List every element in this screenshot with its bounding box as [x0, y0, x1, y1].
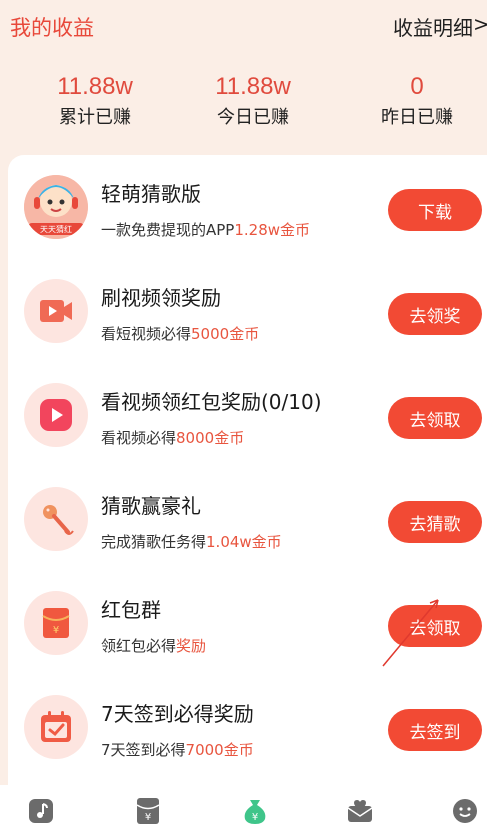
- task-title: 轻萌猜歌版: [101, 182, 201, 206]
- task-desc-text: 看视频必得: [101, 429, 177, 447]
- task-desc-text: 一款免费提现的APP: [101, 221, 235, 239]
- task-item-guess-song-app: 天天猜红 轻萌猜歌版 一款免费提现的APP1.28w金币 下载: [8, 155, 487, 259]
- task-title: 猜歌赢豪礼: [101, 494, 201, 518]
- calendar-check-icon: [24, 695, 88, 759]
- game-app-avatar-icon: 天天猜红: [24, 175, 88, 239]
- task-desc-text: 完成猜歌任务得: [101, 533, 207, 551]
- guess-song-button[interactable]: 去猜歌: [388, 501, 482, 543]
- microphone-icon: [24, 487, 88, 551]
- task-item-guess-song-prize: 猜歌赢豪礼 完成猜歌任务得1.04w金币 去猜歌: [8, 467, 487, 571]
- nav-bag-symbol: ¥: [252, 812, 258, 823]
- task-reward: 1.04w金币: [206, 533, 282, 551]
- income-detail-link[interactable]: 收益明细>: [393, 12, 487, 41]
- nav-messages[interactable]: [346, 797, 374, 825]
- music-note-icon: [29, 799, 53, 823]
- task-title: 7天签到必得奖励: [101, 702, 254, 726]
- task-item-watch-short-video: 刷视频领奖励 看短视频必得5000金币 去领奖: [8, 259, 487, 363]
- nav-envelope-symbol: ¥: [145, 812, 151, 823]
- check-in-button[interactable]: 去签到: [388, 709, 482, 751]
- task-list-card: 天天猜红 轻萌猜歌版 一款免费提现的APP1.28w金币 下载 刷视频领奖励 看…: [8, 155, 487, 795]
- avatar-caption: 天天猜红: [40, 224, 72, 234]
- task-title: 看视频领红包奖励(0/10): [101, 390, 322, 414]
- task-reward: 1.28w金币: [234, 221, 311, 239]
- smiley-face-icon: [453, 799, 477, 823]
- mail-heart-icon: [347, 800, 373, 822]
- chevron-right-icon: >: [473, 12, 487, 36]
- top-bar: 我的收益 收益明细>: [0, 0, 487, 56]
- task-item-7-day-checkin: 7天签到必得奖励 7天签到必得7000金币 去签到: [8, 675, 487, 779]
- stat-yesterday-value: 0: [410, 73, 424, 100]
- income-detail-label: 收益明细: [393, 16, 473, 40]
- claim-red-packet-button[interactable]: 去领取: [388, 605, 482, 647]
- task-title: 刷视频领奖励: [101, 286, 221, 310]
- money-bag-icon: ¥: [244, 800, 266, 824]
- task-reward: 5000金币: [191, 325, 260, 343]
- task-desc-text: 看短视频必得: [101, 325, 192, 343]
- nav-profile[interactable]: [451, 797, 479, 825]
- task-desc-text: 领红包必得: [101, 637, 177, 655]
- bottom-nav: ¥ ¥: [0, 785, 487, 835]
- stat-today-label: 今日已赚: [217, 107, 289, 128]
- task-reward: 奖励: [176, 637, 207, 655]
- red-envelope-icon: ¥: [136, 798, 160, 824]
- envelope-symbol: ¥: [53, 625, 59, 636]
- stat-total-value: 11.88w: [57, 73, 133, 100]
- earnings-stats: 11.88w 累计已赚 11.88w 今日已赚 0 昨日已赚: [0, 72, 487, 142]
- claim-button[interactable]: 去领取: [388, 397, 482, 439]
- video-play-icon: [24, 279, 88, 343]
- stat-total-label: 累计已赚: [59, 107, 131, 128]
- task-reward: 7000金币: [185, 741, 254, 759]
- task-item-watch-video-red-packet: 看视频领红包奖励(0/10) 看视频必得8000金币 去领取: [8, 363, 487, 467]
- stat-total: 11.88w 累计已赚: [40, 72, 150, 132]
- stat-yesterday-label: 昨日已赚: [381, 107, 453, 128]
- task-desc: 完成猜歌任务得1.04w金币: [101, 531, 282, 552]
- task-desc: 7天签到必得7000金币: [101, 739, 254, 760]
- task-desc-text: 7天签到必得: [101, 741, 186, 759]
- stat-today: 11.88w 今日已赚: [198, 72, 308, 132]
- nav-music[interactable]: [27, 797, 55, 825]
- nav-earnings[interactable]: ¥: [241, 797, 269, 825]
- task-reward: 8000金币: [176, 429, 245, 447]
- task-desc: 领红包必得奖励: [101, 635, 206, 656]
- task-item-red-packet-group: ¥ 红包群 领红包必得奖励 去领取: [8, 571, 487, 675]
- red-envelope-icon: ¥: [24, 591, 88, 655]
- claim-reward-button[interactable]: 去领奖: [388, 293, 482, 335]
- nav-red-packet[interactable]: ¥: [134, 797, 162, 825]
- stat-yesterday: 0 昨日已赚: [362, 72, 472, 132]
- stat-today-value: 11.88w: [215, 73, 291, 100]
- play-button-icon: [24, 383, 88, 447]
- task-desc: 一款免费提现的APP1.28w金币: [101, 219, 310, 240]
- task-desc: 看短视频必得5000金币: [101, 323, 259, 344]
- page-title: 我的收益: [10, 16, 94, 40]
- task-title: 红包群: [101, 598, 161, 622]
- task-desc: 看视频必得8000金币: [101, 427, 244, 448]
- download-button[interactable]: 下载: [388, 189, 482, 231]
